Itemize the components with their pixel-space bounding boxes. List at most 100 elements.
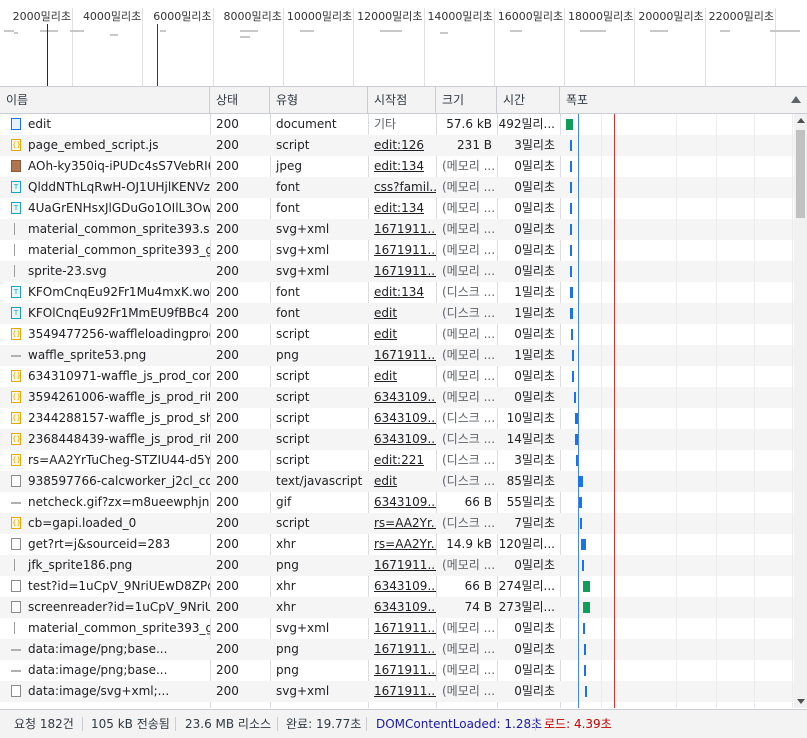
- request-initiator[interactable]: edit:134: [368, 282, 436, 303]
- request-name[interactable]: material_common_sprite393_gr...: [0, 240, 210, 261]
- request-size: (메모리 ...: [442, 558, 496, 572]
- request-name[interactable]: 2368448439-waffle_js_prod_ritz...: [0, 429, 210, 450]
- request-name[interactable]: KFOlCnqEu92Fr1MmEU9fBBc4....: [0, 303, 210, 324]
- request-name[interactable]: 2344288157-waffle_js_prod_sh...: [0, 408, 210, 429]
- overview-activity-bar: [14, 32, 18, 34]
- request-name[interactable]: cb=gapi.loaded_0: [0, 513, 210, 534]
- request-initiator[interactable]: rs=AA2Yr...: [368, 534, 436, 555]
- request-initiator[interactable]: 1671911...: [368, 261, 436, 282]
- request-size: (메모리 ...: [442, 222, 496, 236]
- request-status: 200: [216, 306, 239, 320]
- request-status: 200: [216, 621, 239, 635]
- request-initiator[interactable]: 6343109...: [368, 576, 436, 597]
- request-size: (디스크 ...: [442, 474, 496, 488]
- request-status: 200: [216, 453, 239, 467]
- request-initiator[interactable]: 1671911...: [368, 639, 436, 660]
- request-name[interactable]: page_embed_script.js: [0, 135, 210, 156]
- request-type: jpeg: [276, 159, 302, 173]
- request-initiator[interactable]: edit:126: [368, 135, 436, 156]
- request-initiator[interactable]: css?famil...: [368, 177, 436, 198]
- request-name[interactable]: AOh-ky350iq-iPUDc4sS7VebRI6...: [0, 156, 210, 177]
- request-initiator[interactable]: edit:134: [368, 156, 436, 177]
- request-name[interactable]: 938597766-calcworker_j2cl_cor...: [0, 471, 210, 492]
- request-name[interactable]: get?rt=j&sourceid=283: [0, 534, 210, 555]
- request-initiator[interactable]: 1671911...: [368, 555, 436, 576]
- request-name[interactable]: 3594261006-waffle_js_prod_ritz...: [0, 387, 210, 408]
- request-name[interactable]: material_common_sprite393.svg: [0, 219, 210, 240]
- request-name[interactable]: QlddNThLqRwH-OJ1UHjlKENVz...: [0, 177, 210, 198]
- request-type: script: [276, 516, 310, 530]
- request-name[interactable]: waffle_sprite53.png: [0, 345, 210, 366]
- request-time: 0밀리초: [514, 222, 555, 236]
- network-summary-bar: 요청 182건 105 kB 전송됨 23.6 MB 리소스 완료: 19.77…: [0, 709, 807, 738]
- column-header-status[interactable]: 상태: [210, 87, 270, 113]
- request-initiator[interactable]: rs=AA2Yr...: [368, 513, 436, 534]
- request-initiator[interactable]: edit:134: [368, 198, 436, 219]
- request-initiator[interactable]: edit: [368, 324, 436, 345]
- request-name[interactable]: data:image/svg+xml;...: [0, 681, 210, 702]
- scrollbar-thumb[interactable]: [796, 130, 805, 218]
- request-name[interactable]: jfk_sprite186.png: [0, 555, 210, 576]
- waterfall-bar: [583, 581, 590, 592]
- request-type: svg+xml: [276, 243, 330, 257]
- request-name[interactable]: edit: [0, 114, 210, 135]
- waterfall-gridline: [676, 114, 677, 708]
- request-initiator[interactable]: edit:221: [368, 450, 436, 471]
- waterfall-bar: [570, 224, 572, 235]
- request-initiator[interactable]: 6343109...: [368, 429, 436, 450]
- request-name[interactable]: netcheck.gif?zx=m8ueewphjnml: [0, 492, 210, 513]
- request-type: xhr: [276, 537, 296, 551]
- request-type: xhr: [276, 579, 296, 593]
- request-initiator[interactable]: 1671911...: [368, 681, 436, 702]
- request-name[interactable]: rs=AA2YrTuCheg-STZIU44-d5Y...: [0, 450, 210, 471]
- request-time: 0밀리초: [514, 327, 555, 341]
- request-initiator[interactable]: 6343109...: [368, 597, 436, 618]
- request-initiator[interactable]: 6343109...: [368, 408, 436, 429]
- request-initiator[interactable]: 6343109...: [368, 387, 436, 408]
- scroll-down-arrow-icon[interactable]: [797, 699, 805, 704]
- column-header-type[interactable]: 유형: [270, 87, 368, 113]
- transferred-size: 105 kB 전송됨: [91, 717, 170, 731]
- column-status-label: 상태: [216, 93, 239, 107]
- request-initiator[interactable]: 1671911...: [368, 219, 436, 240]
- column-header-size[interactable]: 크기: [436, 87, 497, 113]
- request-name[interactable]: material_common_sprite393_gr...: [0, 618, 210, 639]
- request-initiator[interactable]: 1671911...: [368, 660, 436, 681]
- request-name[interactable]: 3549477256-waffleloadingprog...: [0, 324, 210, 345]
- network-overview[interactable]: 2000밀리초 4000밀리초 6000밀리초 8000밀리초 10000밀리초 1200…: [0, 0, 807, 87]
- request-name[interactable]: data:image/png;base...: [0, 660, 210, 681]
- vertical-scrollbar[interactable]: [794, 114, 807, 708]
- request-name[interactable]: 634310971-waffle_js_prod_core...: [0, 366, 210, 387]
- request-name[interactable]: data:image/png;base...: [0, 639, 210, 660]
- request-status: 200: [216, 348, 239, 362]
- column-header-time[interactable]: 시간: [497, 87, 560, 113]
- waterfall-bar: [575, 413, 578, 424]
- dom-content-loaded-marker: [578, 114, 579, 708]
- request-status: 200: [216, 537, 239, 551]
- request-name[interactable]: test?id=1uCpV_9NriUEwD8ZPq...: [0, 576, 210, 597]
- request-name[interactable]: 4UaGrENHsxJlGDuGo1OIlL3Ow...: [0, 198, 210, 219]
- request-time: 55밀리초: [506, 495, 555, 509]
- column-header-waterfall[interactable]: 폭포: [560, 87, 807, 113]
- request-name[interactable]: sprite-23.svg: [0, 261, 210, 282]
- request-initiator[interactable]: edit: [368, 471, 436, 492]
- request-status: 200: [216, 369, 239, 383]
- request-initiator[interactable]: 1671911...: [368, 345, 436, 366]
- request-initiator[interactable]: edit: [368, 303, 436, 324]
- request-initiator[interactable]: edit: [368, 366, 436, 387]
- request-time: 0밀리초: [514, 642, 555, 656]
- request-time: 85밀리초: [506, 474, 555, 488]
- column-header-initiator[interactable]: 시작점: [368, 87, 436, 113]
- column-header-name[interactable]: 이름: [0, 87, 210, 113]
- request-name[interactable]: KFOmCnqEu92Fr1Mu4mxK.woff2: [0, 282, 210, 303]
- request-name[interactable]: screenreader?id=1uCpV_9NriU...: [0, 597, 210, 618]
- request-initiator[interactable]: 1671911...: [368, 618, 436, 639]
- scroll-up-arrow-icon[interactable]: [797, 118, 805, 123]
- request-initiator[interactable]: 1671911...: [368, 240, 436, 261]
- waterfall-bar: [570, 245, 572, 256]
- summary-divider: [277, 717, 278, 731]
- request-status: 200: [216, 432, 239, 446]
- request-initiator[interactable]: 6343109...: [368, 492, 436, 513]
- waterfall-gridline: [792, 114, 793, 708]
- request-status: 200: [216, 138, 239, 152]
